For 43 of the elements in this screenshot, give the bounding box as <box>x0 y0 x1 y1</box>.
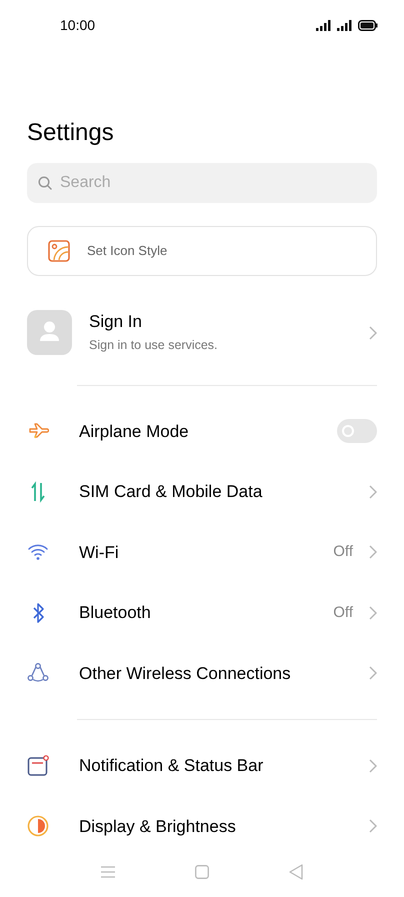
chevron-right-icon <box>369 326 377 340</box>
status-time: 10:00 <box>60 16 96 34</box>
sign-in-title: Sign In <box>89 310 143 333</box>
sign-in-subtitle: Sign in to use services. <box>89 336 219 354</box>
toggle-switch[interactable] <box>337 419 377 444</box>
chevron-right-icon <box>369 545 377 560</box>
page-title: Settings <box>27 118 115 148</box>
settings-row[interactable]: SIM Card & Mobile Data <box>27 462 377 522</box>
chevron-right-icon <box>369 666 377 680</box>
row-label: Airplane Mode <box>79 420 190 442</box>
settings-row[interactable]: Notification & Status Bar <box>27 736 377 796</box>
row-label: Display & Brightness <box>79 816 237 838</box>
connected-nodes-icon <box>27 662 49 684</box>
search-icon <box>38 176 52 190</box>
back-triangle-icon[interactable] <box>289 864 303 880</box>
row-label: Other Wireless Connections <box>79 662 292 684</box>
menu-icon[interactable] <box>101 866 115 878</box>
settings-row[interactable]: Wi-Fi Off <box>27 522 377 582</box>
home-square-icon[interactable] <box>195 865 209 879</box>
settings-row[interactable]: Display & Brightness <box>27 796 377 856</box>
signal-icon <box>337 20 353 30</box>
notification-panel-icon <box>27 754 49 777</box>
chevron-right-icon <box>369 758 377 773</box>
battery-icon <box>358 20 378 30</box>
avatar-icon <box>27 310 72 355</box>
chevron-right-icon <box>369 819 377 834</box>
search-field[interactable]: Search <box>27 163 377 203</box>
settings-row[interactable]: Bluetooth Off <box>27 582 377 643</box>
contrast-circle-icon <box>27 815 49 838</box>
chevron-right-icon <box>369 484 377 499</box>
set-icon-style-button[interactable]: Set Icon Style <box>27 226 377 276</box>
signal-icon <box>316 20 332 30</box>
row-label: SIM Card & Mobile Data <box>79 481 264 503</box>
row-value: Off <box>333 542 353 562</box>
picture-frame-icon <box>48 240 70 262</box>
settings-row[interactable]: Airplane Mode <box>27 401 377 462</box>
settings-row[interactable]: Other Wireless Connections <box>27 643 377 704</box>
chevron-right-icon <box>369 606 377 620</box>
row-label: Bluetooth <box>79 602 152 624</box>
row-label: Notification & Status Bar <box>79 755 264 777</box>
sign-in-row[interactable]: Sign In Sign in to use services. <box>27 310 377 355</box>
row-value: Off <box>333 602 353 622</box>
row-label: Wi-Fi <box>79 542 120 564</box>
